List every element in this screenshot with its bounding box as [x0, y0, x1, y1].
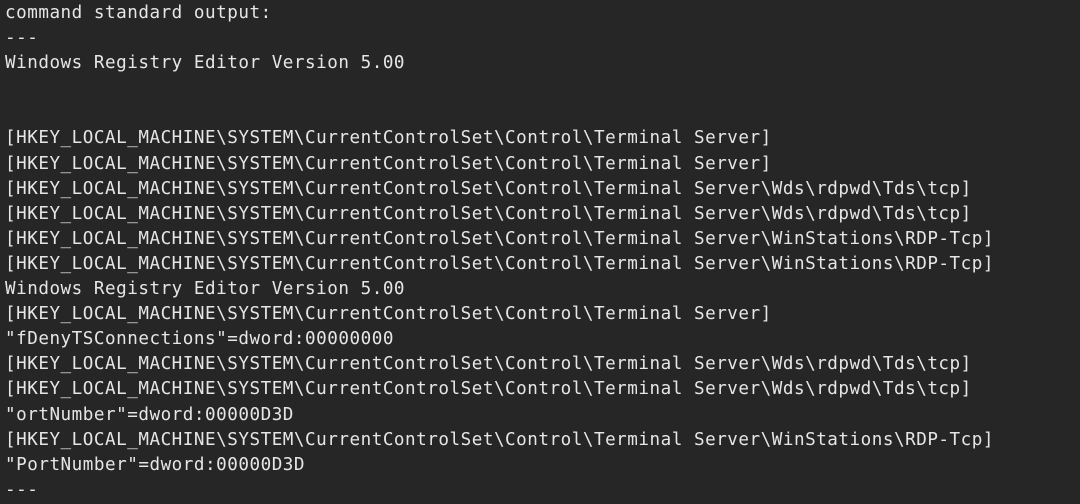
output-line: [HKEY_LOCAL_MACHINE\SYSTEM\CurrentContro… — [5, 379, 972, 400]
output-line: [HKEY_LOCAL_MACHINE\SYSTEM\CurrentContro… — [5, 178, 972, 199]
output-line: Windows Registry Editor Version 5.00 — [5, 53, 406, 74]
output-line: "fDenyTSConnections"=dword:00000000 — [5, 329, 394, 350]
output-line: --- — [5, 479, 39, 500]
output-line: [HKEY_LOCAL_MACHINE\SYSTEM\CurrentContro… — [5, 429, 994, 450]
output-line: Windows Registry Editor Version 5.00 — [5, 279, 406, 300]
output-line: [HKEY_LOCAL_MACHINE\SYSTEM\CurrentContro… — [5, 228, 994, 249]
command-output: command standard output: --- Windows Reg… — [5, 1, 994, 503]
output-line: [HKEY_LOCAL_MACHINE\SYSTEM\CurrentContro… — [5, 153, 772, 174]
output-line: --- — [5, 28, 39, 49]
output-line: command standard output: — [5, 3, 272, 23]
output-line: "PortNumber"=dword:00000D3D — [5, 454, 306, 475]
output-line: [HKEY_LOCAL_MACHINE\SYSTEM\CurrentContro… — [5, 203, 972, 224]
output-line: [HKEY_LOCAL_MACHINE\SYSTEM\CurrentContro… — [5, 304, 772, 325]
output-line: [HKEY_LOCAL_MACHINE\SYSTEM\CurrentContro… — [5, 354, 972, 375]
output-line: [HKEY_LOCAL_MACHINE\SYSTEM\CurrentContro… — [5, 128, 772, 149]
terminal-window: command standard output: --- Windows Reg… — [0, 0, 1080, 504]
output-line: "ortNumber"=dword:00000D3D — [5, 404, 294, 425]
output-line: [HKEY_LOCAL_MACHINE\SYSTEM\CurrentContro… — [5, 253, 994, 274]
